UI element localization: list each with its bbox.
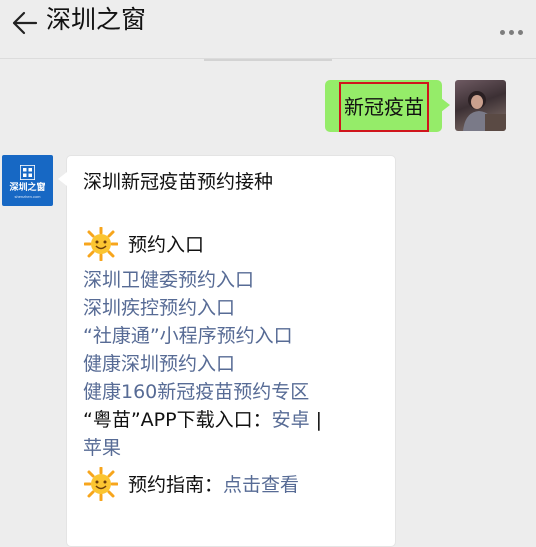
back-arrow-icon[interactable] (10, 9, 38, 37)
page-title: 深圳之窗 (46, 5, 147, 34)
app-download-row: “粤苗”APP下载入口：安卓 | (83, 406, 322, 434)
bot-logo-subtext: shenzhen.com (14, 194, 41, 199)
top-bar: 深圳之窗 (0, 0, 536, 59)
message-title: 深圳新冠疫苗预约接种 (83, 171, 274, 193)
link-guide-view[interactable]: 点击查看 (223, 474, 299, 496)
link-weijianwei[interactable]: 深圳卫健委预约入口 (83, 266, 254, 294)
link-jiankang-shenzhen[interactable]: 健康深圳预约入口 (83, 350, 235, 378)
link-android[interactable]: 安卓 (272, 409, 310, 431)
user-avatar[interactable] (455, 80, 506, 131)
link-apple[interactable]: 苹果 (83, 434, 121, 462)
separator: | (315, 409, 323, 431)
window-grid-icon (20, 165, 35, 180)
user-photo-icon (463, 91, 506, 131)
pull-indicator (204, 59, 332, 61)
link-jiankang160[interactable]: 健康160新冠疫苗预约专区 (83, 378, 309, 406)
app-download-label: “粤苗”APP下载入口： (83, 409, 272, 431)
more-options-icon[interactable] (500, 22, 530, 35)
link-cdc[interactable]: 深圳疾控预约入口 (83, 294, 235, 322)
sun-emoji-icon (84, 227, 118, 261)
sun-emoji-icon (84, 467, 118, 501)
outgoing-message-text: 新冠疫苗 (339, 82, 429, 132)
section-label-booking: 预约入口 (128, 234, 205, 256)
bot-logo-text: 深圳之窗 (9, 183, 46, 193)
guide-label: 预约指南： (128, 474, 224, 496)
link-shekangtong[interactable]: “社康通”小程序预约入口 (83, 322, 293, 350)
bot-avatar[interactable]: 深圳之窗 shenzhen.com (2, 155, 53, 206)
guide-row: 预约指南：点击查看 (128, 471, 299, 499)
